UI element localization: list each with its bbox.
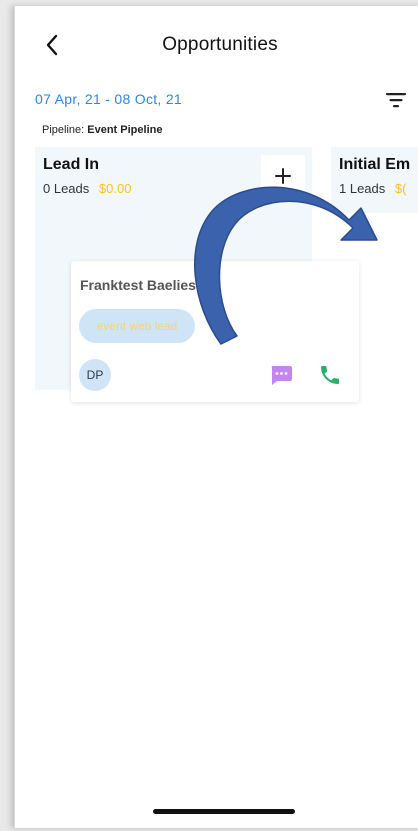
pipeline-name: Event Pipeline [87,124,163,136]
source-tag: event web lead [79,309,195,343]
phone-screen: Opportunities 07 Apr, 21 - 08 Oct, 21 Pi… [14,6,418,828]
phone-icon [321,366,339,384]
plus-icon [275,168,291,184]
avatar[interactable]: DP [79,359,111,391]
filter-button[interactable] [385,90,407,110]
stage-column-initial: Initial Em 1 Leads $( [331,147,418,213]
stage-title: Lead In [43,156,100,173]
message-button[interactable] [269,364,293,386]
call-button[interactable] [318,363,342,387]
stage-title: Initial Em [339,156,411,173]
page-title: Opportunities [162,34,278,55]
chat-bubble-icon [271,366,292,385]
filter-icon [386,93,406,108]
pipeline-label: Pipeline: [42,124,85,136]
contact-name: Franktest Baeliest [80,277,201,293]
opportunity-card[interactable]: Franktest Baeliest event web lead DP [71,261,359,402]
stage-lead-count: 0 Leads [43,181,90,196]
home-indicator [153,809,295,814]
stage-lead-count: 1 Leads [339,181,386,196]
add-lead-button[interactable] [261,155,305,197]
pipeline-selector[interactable]: Pipeline: Event Pipeline [42,124,162,136]
top-bar: Opportunities [15,6,418,82]
date-range-selector[interactable]: 07 Apr, 21 - 08 Oct, 21 [35,91,182,107]
stage-summary: 1 Leads $( [339,181,406,196]
stage-summary: 0 Leads $0.00 [43,181,131,196]
stage-amount: $( [394,181,407,196]
stage-amount: $0.00 [98,181,132,196]
